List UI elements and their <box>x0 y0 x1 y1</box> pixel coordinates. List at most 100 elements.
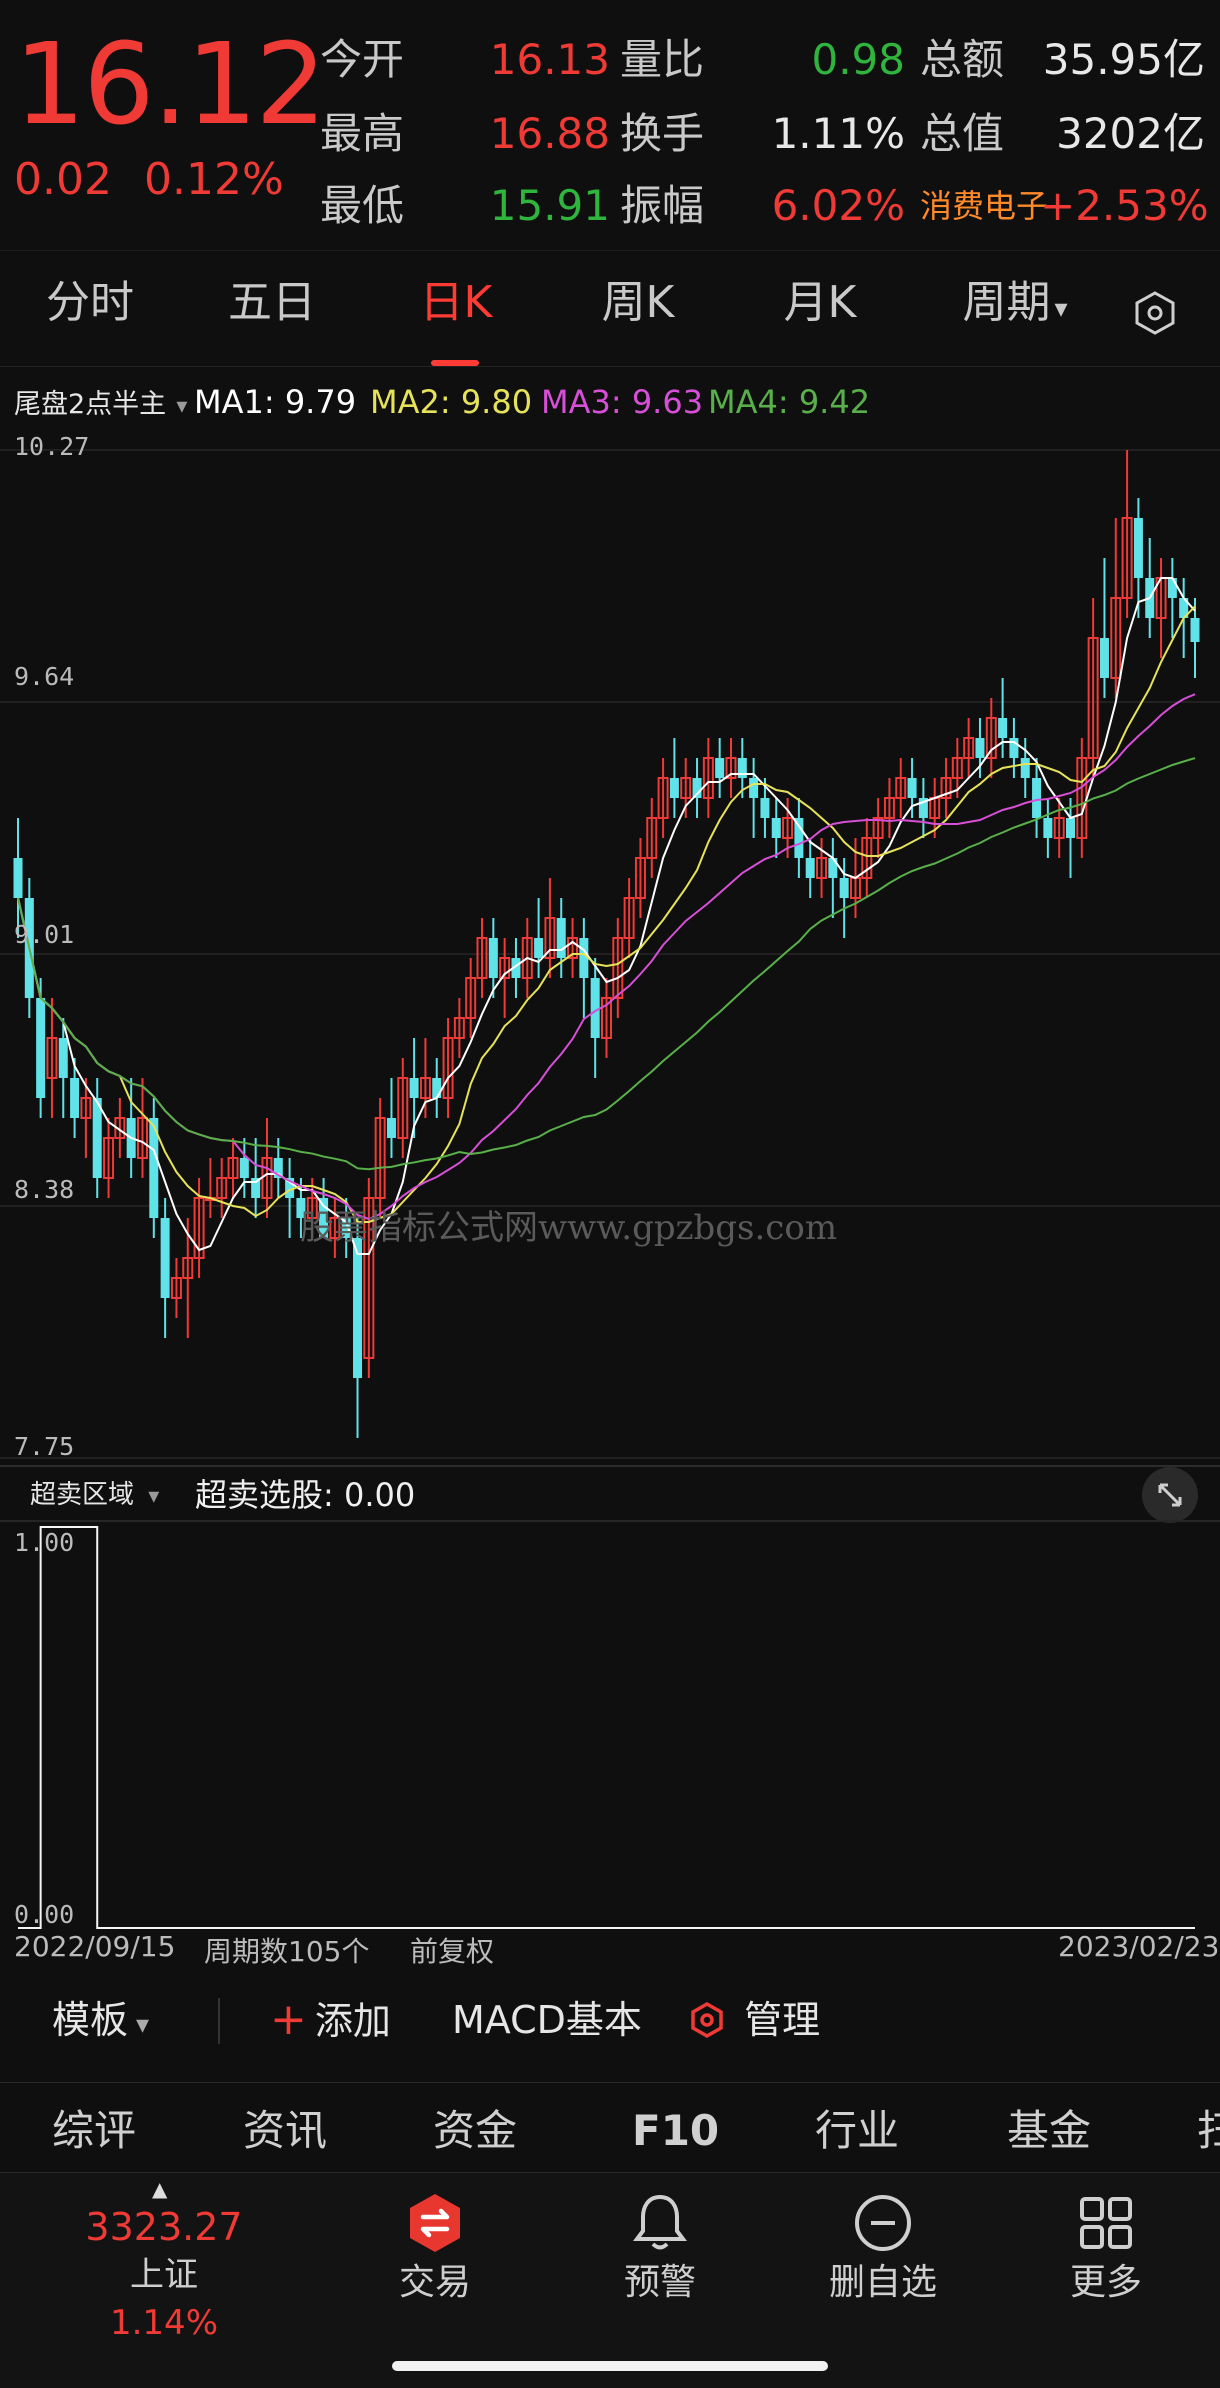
candle-body <box>36 998 46 1098</box>
candle <box>386 1078 396 1158</box>
candle <box>170 1258 182 1318</box>
sub-axis-bottom: 0.00 <box>14 1900 75 1929</box>
tab-five-day[interactable]: 五日 <box>197 273 347 333</box>
watermark: 股票指标公式网www.gpzbgs.com <box>300 1208 838 1248</box>
candle <box>216 1158 228 1218</box>
candle <box>590 958 600 1078</box>
manage-button[interactable]: 管理 <box>688 1990 820 2050</box>
candle <box>136 1078 148 1178</box>
candle <box>567 918 579 978</box>
settings-hex-icon[interactable] <box>1132 290 1178 336</box>
candle <box>692 758 702 818</box>
nav-trade[interactable]: 交易 <box>345 2191 525 2307</box>
candle-body <box>70 1078 80 1118</box>
tab-daily-k[interactable]: 日K <box>381 273 531 333</box>
index-name: 上证 <box>130 2255 198 2295</box>
quote-label: 今开 <box>320 35 405 84</box>
bottom-nav: ▲ 3323.27 上证 1.14% 交易 预警 删自选 更多 <box>0 2172 1220 2388</box>
tab-fund[interactable]: 基金 <box>1007 2101 1091 2161</box>
caret-up-icon[interactable]: ▲ <box>152 2177 167 2201</box>
tab-industry[interactable]: 行业 <box>815 2101 899 2161</box>
quote-value: 3202亿 <box>1056 109 1205 158</box>
add-indicator-button[interactable]: + 添加 <box>270 1990 391 2051</box>
candle <box>397 1058 409 1158</box>
tab-more-partial[interactable]: 扫 <box>1197 2101 1220 2161</box>
candle <box>534 898 544 978</box>
start-date: 2022/09/15 <box>14 1930 176 1963</box>
candle-body <box>590 978 600 1038</box>
sub-indicator-chart[interactable] <box>0 1520 1220 1930</box>
adjust-mode[interactable]: 前复权 <box>410 1930 494 1970</box>
sub-indicator-value: 超卖选股: 0.00 <box>195 1476 416 1514</box>
candle-body <box>239 1158 249 1178</box>
nav-remove-watchlist-label: 删自选 <box>828 2262 937 2303</box>
candle <box>419 1038 431 1118</box>
candle-body <box>1190 618 1200 642</box>
price-axis-label: 10.27 <box>14 432 90 461</box>
tab-period[interactable]: 周期 ▾ <box>925 273 1105 339</box>
template-button[interactable]: 模板 ▾ <box>52 1990 149 2055</box>
home-indicator[interactable] <box>392 2361 828 2371</box>
candle <box>680 758 692 818</box>
candlestick-chart[interactable] <box>0 430 1220 1470</box>
tab-weekly-k[interactable]: 周K <box>563 273 713 333</box>
tab-monthly-k[interactable]: 月K <box>745 273 895 333</box>
quote-value: 6.02% <box>771 181 905 230</box>
indicator-toolbar: 模板 ▾ + 添加 MACD基本 管理 <box>0 1970 1220 2070</box>
candle <box>432 1058 442 1118</box>
nav-more[interactable]: 更多 <box>1016 2191 1196 2307</box>
price-change-value: 0.02 <box>14 154 112 205</box>
index-quote[interactable]: 3323.27 上证 1.14% <box>74 2203 254 2347</box>
candle <box>1066 798 1076 878</box>
tab-f10[interactable]: F10 <box>632 2101 719 2161</box>
candle <box>861 818 873 898</box>
candle <box>963 718 975 778</box>
tab-summary[interactable]: 综评 <box>52 2101 136 2161</box>
candle <box>749 758 759 838</box>
candle <box>702 738 714 818</box>
tab-news[interactable]: 资讯 <box>243 2101 327 2161</box>
candle-body <box>749 778 759 798</box>
sub-indicator-selector[interactable]: 超卖区域 ▾ <box>30 1470 159 1522</box>
candle-body <box>409 1078 419 1098</box>
ma1-label: MA1: 9.79 <box>194 383 357 421</box>
candle-body <box>58 1038 68 1078</box>
quote-value: 35.95亿 <box>1042 35 1205 84</box>
candle-body <box>432 1078 442 1098</box>
divider <box>218 1998 220 2044</box>
chevron-down-icon: ▾ <box>176 394 188 419</box>
candle <box>182 1218 194 1338</box>
candle <box>715 738 725 798</box>
quote-value: 15.91 <box>489 181 610 230</box>
price-axis-label: 8.38 <box>14 1175 75 1204</box>
expand-chart-button[interactable] <box>1142 1467 1198 1523</box>
candle <box>1167 558 1177 638</box>
candle-body <box>998 718 1008 738</box>
candle <box>1121 450 1133 618</box>
candle <box>1155 558 1167 658</box>
bell-icon <box>633 2194 687 2250</box>
candle <box>918 778 928 838</box>
manage-label: 管理 <box>744 1998 821 2042</box>
nav-alert[interactable]: 预警 <box>570 2191 750 2307</box>
tab-funds[interactable]: 资金 <box>433 2101 517 2161</box>
nav-remove-watchlist[interactable]: 删自选 <box>793 2191 973 2307</box>
candle <box>794 798 804 878</box>
candle <box>149 1098 159 1238</box>
candle <box>669 738 679 818</box>
price-axis-label: 9.64 <box>14 662 75 691</box>
tab-intraday[interactable]: 分时 <box>15 273 165 333</box>
main-indicator-selector[interactable]: 尾盘2点半主 ▾ <box>14 382 187 427</box>
quote-label: 振幅 <box>620 181 705 230</box>
candle <box>985 698 997 778</box>
candle <box>1087 598 1099 778</box>
macd-basic-button[interactable]: MACD基本 <box>452 1990 642 2050</box>
candle-body <box>760 798 770 818</box>
candle <box>544 878 556 978</box>
candle <box>883 778 895 838</box>
quote-value: 16.88 <box>489 109 610 158</box>
sector-name: 消费电子 <box>920 187 1049 225</box>
candle <box>623 878 635 958</box>
last-price: 16.12 <box>14 20 327 150</box>
sub-indicator-name: 超卖区域 <box>30 1480 135 1510</box>
